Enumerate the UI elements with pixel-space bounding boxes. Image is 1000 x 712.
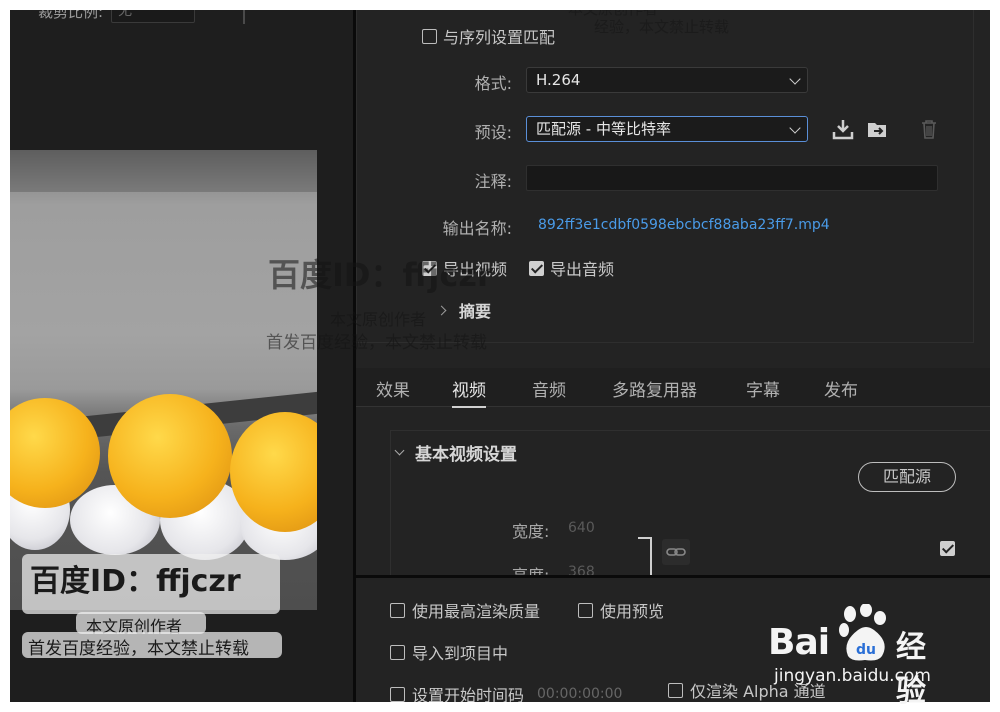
baidu-jingyan-watermark: Bai du 经验 jingyan.baidu.com xyxy=(764,604,950,709)
comment-label: 注释: xyxy=(474,172,512,191)
width-label: 宽度: xyxy=(512,522,550,541)
tab-multiplexer[interactable]: 多路复用器 xyxy=(612,376,697,401)
use-previews-label: 使用预览 xyxy=(600,602,665,621)
export-settings-pane: 与序列设置匹配 格式: H.264 预设: 匹配源 - 中等比特率 注释: 输出… xyxy=(356,10,990,702)
svg-text:du: du xyxy=(856,642,876,658)
format-value: H.264 xyxy=(536,71,581,89)
import-into-project-label: 导入到项目中 xyxy=(412,644,509,663)
watermark-id-text-center: 百度ID：ffjczr xyxy=(268,256,493,294)
width-value[interactable]: 640 xyxy=(568,520,595,536)
basic-video-settings-toggle[interactable]: 基本视频设置 xyxy=(394,440,517,465)
watermark-id-text: 百度ID：ffjczr xyxy=(30,564,241,599)
watermark-publish-line: 首发百度经验，本文禁止转载 xyxy=(28,639,249,659)
delete-preset-icon[interactable] xyxy=(918,118,940,140)
preview-yellow-ball xyxy=(108,394,232,518)
preset-label: 预设: xyxy=(474,123,512,142)
match-source-dimension-checkbox[interactable] xyxy=(940,541,955,556)
max-render-quality-checkbox[interactable] xyxy=(390,602,405,618)
set-start-timecode-label: 设置开始时间码 xyxy=(412,686,525,702)
aspect-link-bracket xyxy=(638,537,652,577)
tab-effects[interactable]: 效果 xyxy=(376,376,410,401)
source-preview-pane: 裁剪比例: 无 百度ID：ffjczr 本文原创作者 首发百度经验，本文禁止转载 xyxy=(10,10,353,702)
watermark-author-line-center: 本文原创作者 xyxy=(330,310,427,329)
match-sequence-option[interactable]: 与序列设置匹配 xyxy=(422,24,555,48)
link-icon xyxy=(666,548,686,556)
comment-input[interactable] xyxy=(526,165,938,191)
max-render-quality-label: 使用最高渲染质量 xyxy=(412,602,541,621)
tab-captions[interactable]: 字幕 xyxy=(746,376,780,401)
export-audio-label: 导出音频 xyxy=(550,260,615,279)
summary-toggle[interactable]: 摘要 xyxy=(436,298,492,322)
use-previews-checkbox[interactable] xyxy=(578,602,593,618)
import-preset-icon[interactable] xyxy=(866,118,888,140)
export-settings-window: 裁剪比例: 无 百度ID：ffjczr 本文原创作者 首发百度经验，本文禁止转载 xyxy=(10,10,990,702)
import-into-project-option[interactable]: 导入到项目中 xyxy=(390,640,508,664)
max-render-quality-option[interactable]: 使用最高渲染质量 xyxy=(390,598,540,622)
chevron-right-icon xyxy=(436,305,447,315)
basic-video-settings-title: 基本视频设置 xyxy=(415,445,517,465)
chevron-down-icon xyxy=(789,73,801,85)
chevron-down-icon xyxy=(789,122,801,134)
baidu-logo-text: Bai xyxy=(768,622,830,663)
import-into-project-checkbox[interactable] xyxy=(390,644,405,660)
match-sequence-label: 与序列设置匹配 xyxy=(443,28,556,47)
constrain-proportions-button[interactable] xyxy=(662,539,690,565)
video-preview-frame xyxy=(10,150,317,610)
match-source-button[interactable]: 匹配源 xyxy=(858,462,956,492)
export-audio-checkbox[interactable] xyxy=(529,260,545,276)
format-select[interactable]: H.264 xyxy=(526,67,808,93)
tab-audio[interactable]: 音频 xyxy=(532,376,566,401)
preset-select[interactable]: 匹配源 - 中等比特率 xyxy=(526,116,808,142)
tab-publish[interactable]: 发布 xyxy=(824,376,858,401)
settings-tabs: 效果 视频 音频 多路复用器 字幕 发布 xyxy=(356,368,990,408)
chevron-down-icon xyxy=(394,445,405,456)
tab-video[interactable]: 视频 xyxy=(452,376,486,408)
watermark-top-line2: 经验，本文禁止转载 xyxy=(594,18,730,36)
baidu-paw-icon: du xyxy=(839,604,886,661)
toolbar-divider xyxy=(243,10,245,24)
save-preset-icon[interactable] xyxy=(832,118,854,140)
preset-value: 匹配源 - 中等比特率 xyxy=(536,120,671,138)
use-previews-option[interactable]: 使用预览 xyxy=(578,598,664,622)
crop-ratio-select[interactable]: 无 xyxy=(111,10,196,23)
set-start-timecode-option[interactable]: 设置开始时间码 00:00:00:00 xyxy=(390,682,622,702)
preview-top-shadow xyxy=(10,150,317,192)
export-audio-option[interactable]: 导出音频 xyxy=(529,256,614,280)
format-label: 格式: xyxy=(474,74,512,93)
render-alpha-only-checkbox[interactable] xyxy=(668,682,683,698)
watermark-publish-line-center: 首发百度经验，本文禁止转载 xyxy=(266,333,487,353)
match-sequence-checkbox[interactable] xyxy=(422,28,437,44)
crop-ratio-row: 裁剪比例: 无 xyxy=(38,10,196,24)
start-timecode-value[interactable]: 00:00:00:00 xyxy=(537,686,622,702)
crop-ratio-label: 裁剪比例: xyxy=(38,10,104,21)
baidu-url: jingyan.baidu.com xyxy=(774,666,931,686)
set-start-timecode-checkbox[interactable] xyxy=(390,686,405,702)
output-name-link[interactable]: 892ff3e1cdbf0598ebcbcf88aba23ff7.mp4 xyxy=(538,217,830,233)
summary-label: 摘要 xyxy=(459,302,492,321)
output-name-label: 输出名称: xyxy=(442,219,512,238)
